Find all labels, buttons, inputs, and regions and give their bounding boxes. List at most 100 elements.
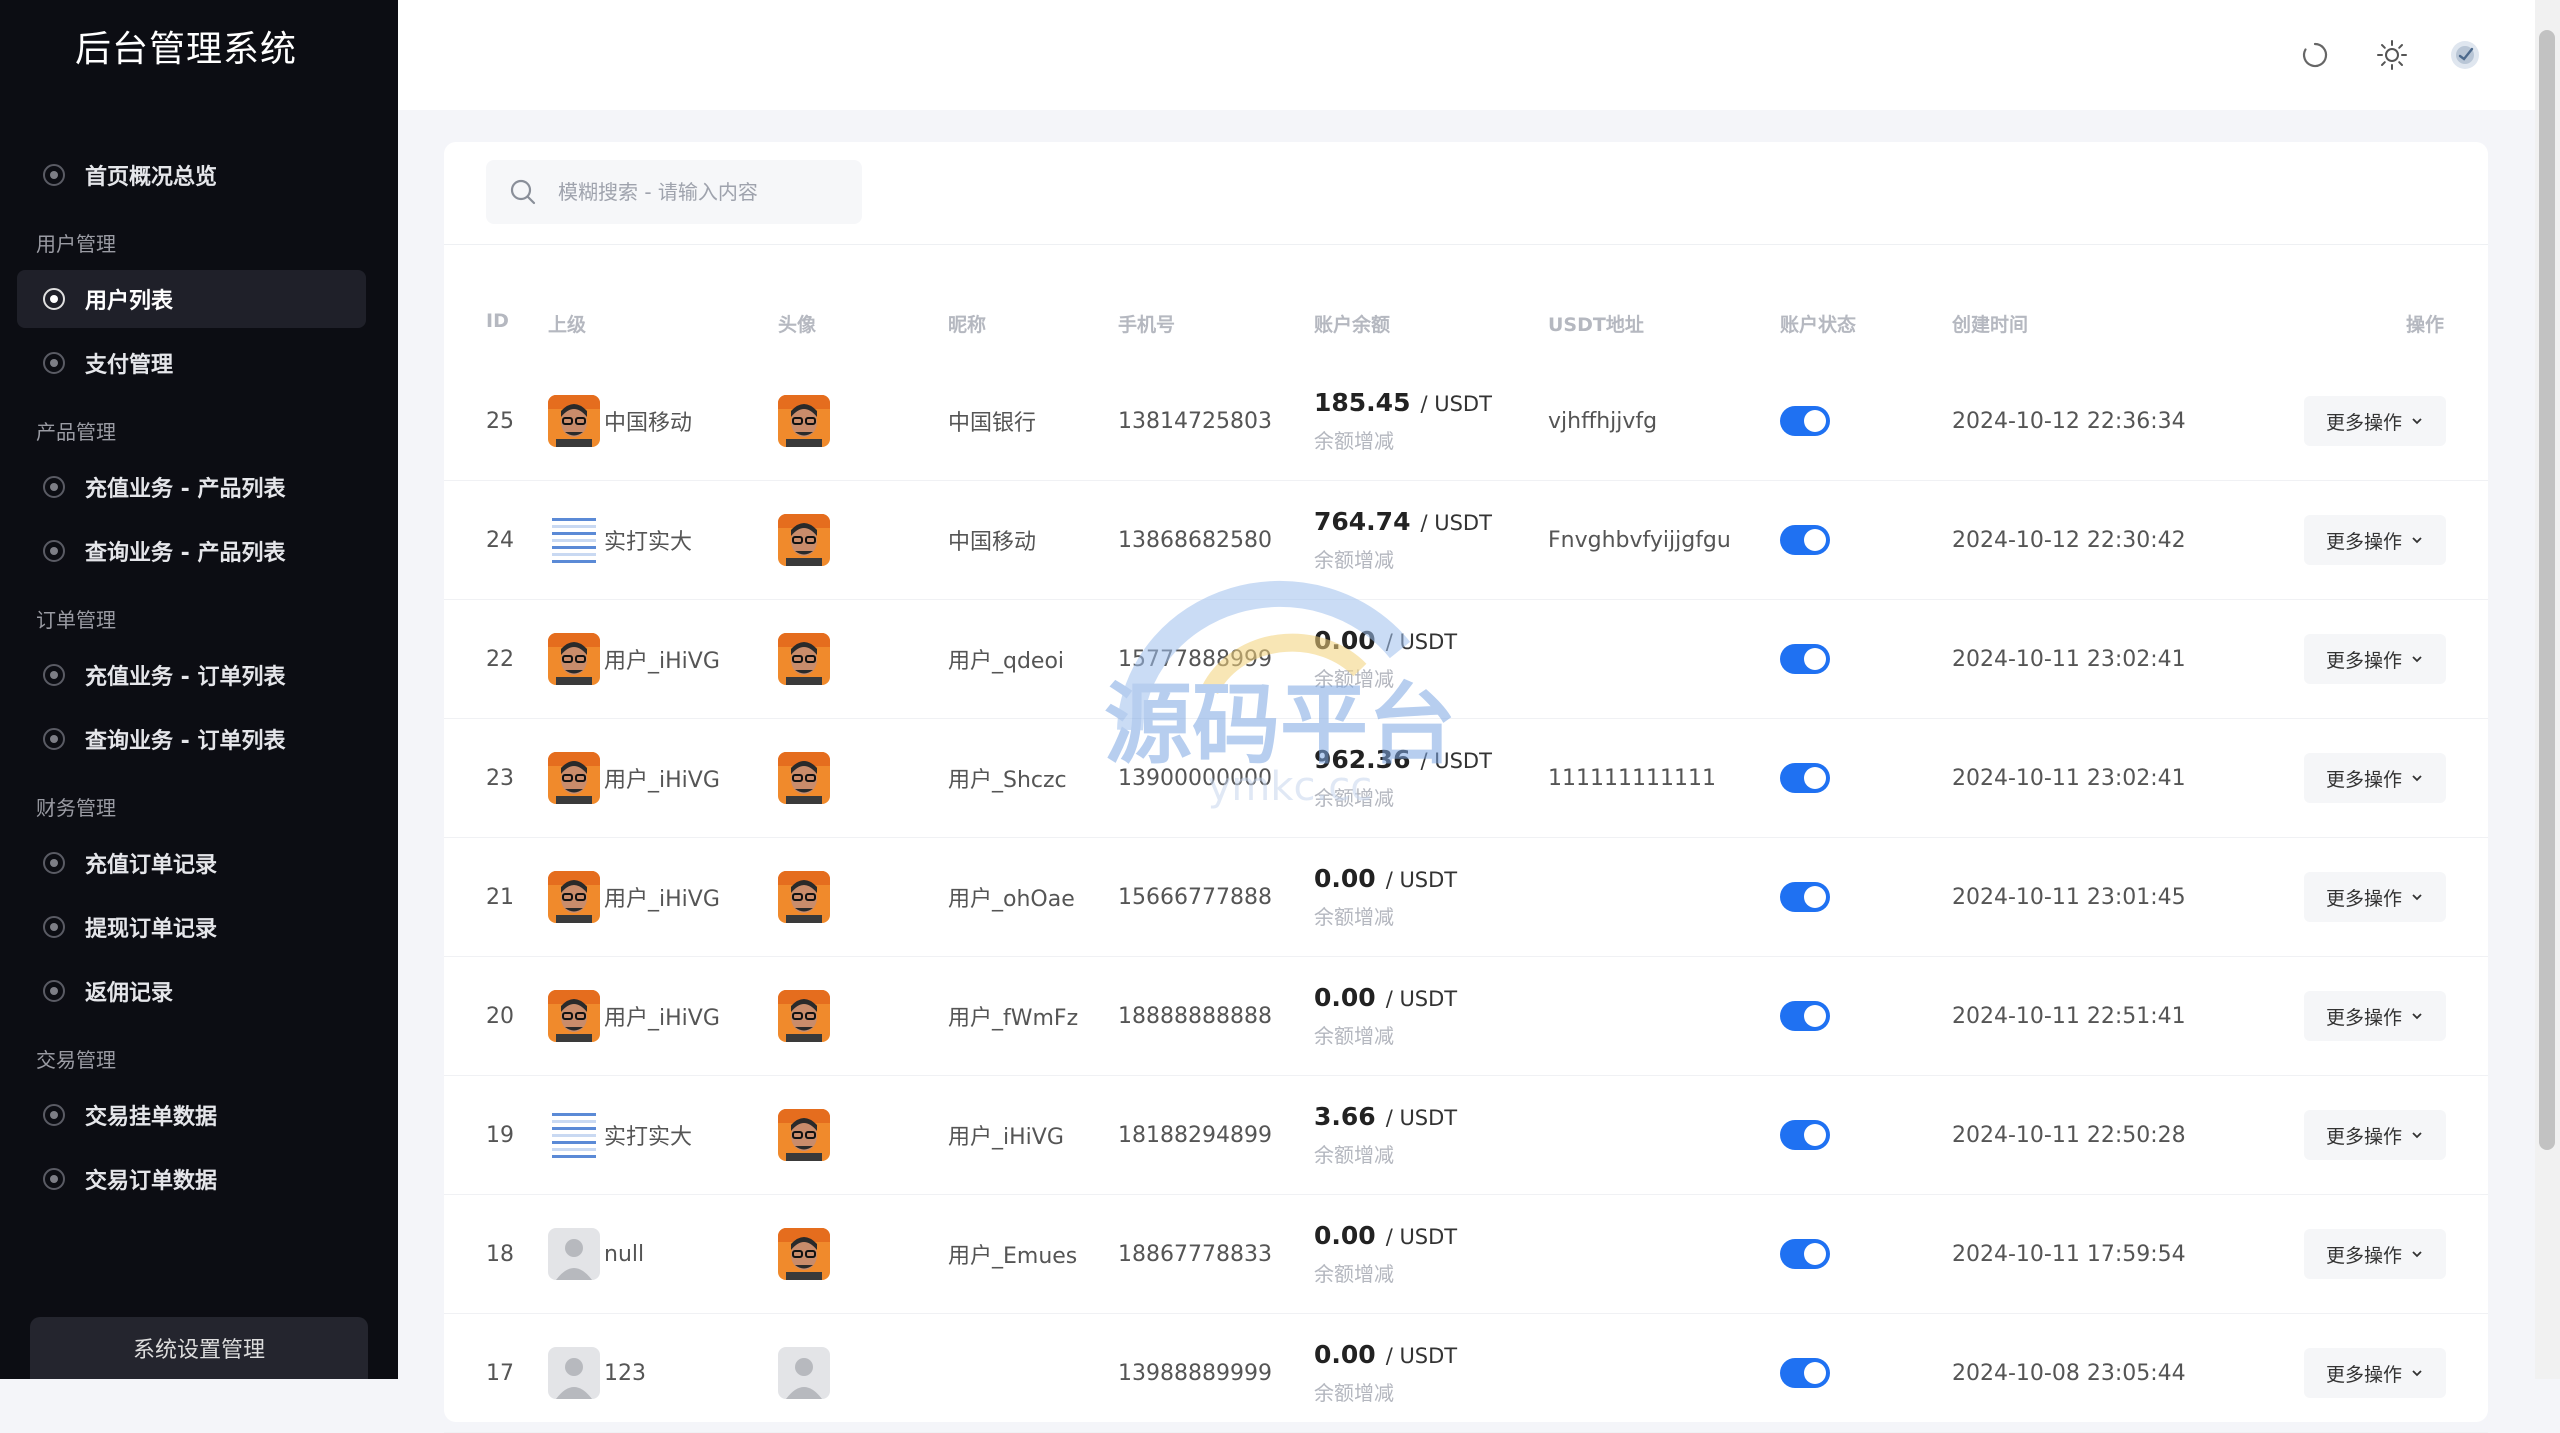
balance-adjust-link[interactable]: 余额增减: [1314, 901, 1394, 930]
col-nickname: 昵称: [948, 314, 987, 336]
status-toggle[interactable]: [1780, 406, 1830, 436]
app-title: 后台管理系统: [74, 29, 297, 70]
system-settings-button[interactable]: 系统设置管理: [30, 1317, 368, 1379]
table-row: 24 实打实大 中国移动 13868682580 764.74 / USDT 余额增减 Fnv…: [444, 481, 2488, 600]
refresh-icon[interactable]: [2298, 38, 2332, 72]
cell-status: [1780, 1195, 1830, 1313]
sidebar-item[interactable]: 充值订单记录: [17, 834, 366, 892]
sidebar-item[interactable]: 返佣记录: [17, 962, 366, 1020]
balance-unit: / USDT: [1385, 868, 1458, 892]
sidebar-item[interactable]: 充值业务 - 订单列表: [17, 646, 366, 704]
more-actions-button[interactable]: 更多操作: [2303, 872, 2446, 922]
balance-adjust-link[interactable]: 余额增减: [1314, 1258, 1394, 1287]
cell-id: 25: [486, 408, 514, 434]
more-actions-label: 更多操作: [2325, 530, 2402, 553]
col-usdt: USDT地址: [1548, 314, 1644, 336]
user-avatar: [778, 395, 830, 447]
sidebar-item[interactable]: 交易挂单数据: [17, 1086, 366, 1144]
cell-created: 2024-10-12 22:30:42: [1952, 527, 2186, 553]
more-actions-button[interactable]: 更多操作: [2303, 1229, 2446, 1279]
more-actions-button[interactable]: 更多操作: [2303, 1348, 2446, 1398]
parent-name: 用户_iHiVG: [604, 649, 720, 674]
cell-status: [1780, 1314, 1830, 1432]
balance-unit: / USDT: [1420, 749, 1492, 773]
cell-actions: 更多操作: [2303, 1314, 2446, 1432]
sidebar-item[interactable]: 查询业务 - 订单列表: [17, 710, 366, 768]
more-actions-button[interactable]: 更多操作: [2303, 396, 2446, 446]
balance-adjust-link[interactable]: 余额增减: [1314, 1139, 1394, 1168]
more-actions-button[interactable]: 更多操作: [2303, 1110, 2446, 1160]
sidebar-item-label: 交易挂单数据: [85, 1105, 218, 1130]
col-phone: 手机号: [1118, 314, 1176, 336]
chevron-down-icon: [2412, 537, 2422, 544]
sidebar: 后台管理系统 首页概况总览 用户管理 用户列表 支付管理 产品管理 充值业务 - 产品列表…: [0, 0, 398, 1379]
cell-id: 22: [486, 646, 514, 672]
user-avatar-icon[interactable]: [2448, 38, 2482, 72]
search-input[interactable]: [556, 179, 850, 205]
sidebar-item[interactable]: 提现订单记录: [17, 898, 366, 956]
scrollbar-thumb[interactable]: [2539, 30, 2555, 1150]
page-scrollbar[interactable]: [2535, 0, 2560, 1379]
sidebar-item-label: 返佣记录: [85, 981, 174, 1006]
status-toggle[interactable]: [1780, 1358, 1830, 1388]
cell-id: 21: [486, 884, 514, 910]
col-id: ID: [486, 310, 509, 332]
sidebar-item[interactable]: 支付管理: [17, 334, 366, 392]
status-toggle[interactable]: [1780, 644, 1830, 674]
more-actions-button[interactable]: 更多操作: [2303, 634, 2446, 684]
sidebar-item[interactable]: 查询业务 - 产品列表: [17, 522, 366, 580]
more-actions-button[interactable]: 更多操作: [2303, 753, 2446, 803]
user-avatar: [778, 990, 830, 1042]
cell-parent: 用户_iHiVG: [548, 838, 720, 956]
more-actions-button[interactable]: 更多操作: [2303, 515, 2446, 565]
sun-icon[interactable]: [2375, 38, 2409, 72]
status-toggle[interactable]: [1780, 882, 1830, 912]
cell-balance: 0.00 / USDT 余额增减: [1314, 600, 1457, 718]
user-avatar: [778, 752, 830, 804]
cell-phone: 18188294899: [1118, 1122, 1272, 1148]
nav-group-title: 用户管理: [36, 232, 116, 256]
cell-parent: 实打实大: [548, 1076, 692, 1194]
balance-adjust-link[interactable]: 余额增减: [1314, 425, 1394, 454]
sidebar-item-label: 首页概况总览: [85, 165, 218, 190]
search-icon: [510, 179, 536, 205]
balance-unit: / USDT: [1420, 392, 1492, 416]
status-toggle[interactable]: [1780, 1239, 1830, 1269]
cell-id: 18: [486, 1241, 514, 1267]
balance-unit: / USDT: [1420, 511, 1492, 535]
cell-nickname: 中国银行: [948, 411, 1037, 436]
balance-unit: / USDT: [1385, 1106, 1458, 1130]
table-row: 19 实打实大 用户_iHiVG 18188294899 3.66 / USDT 余额增减 2…: [444, 1076, 2488, 1195]
sidebar-item-label: 提现订单记录: [85, 917, 218, 942]
balance-value: 0.00: [1314, 864, 1376, 893]
balance-unit: / USDT: [1385, 987, 1458, 1011]
balance-adjust-link[interactable]: 余额增减: [1314, 782, 1394, 811]
status-toggle[interactable]: [1780, 763, 1830, 793]
balance-adjust-link[interactable]: 余额增减: [1314, 663, 1394, 692]
col-balance: 账户余额: [1314, 314, 1391, 336]
balance-adjust-link[interactable]: 余额增减: [1314, 1020, 1394, 1049]
top-header: [398, 0, 2535, 110]
cell-avatar: [778, 600, 830, 718]
balance-adjust-link[interactable]: 余额增减: [1314, 544, 1394, 573]
more-actions-label: 更多操作: [2325, 411, 2402, 434]
sidebar-item[interactable]: 首页概况总览: [17, 146, 366, 204]
bullet-icon: [43, 540, 65, 562]
status-toggle[interactable]: [1780, 525, 1830, 555]
chevron-down-icon: [2412, 775, 2422, 782]
status-toggle[interactable]: [1780, 1001, 1830, 1031]
sidebar-item[interactable]: 充值业务 - 产品列表: [17, 458, 366, 516]
parent-avatar: [548, 395, 600, 447]
cell-phone: 15666777888: [1118, 884, 1272, 910]
header-divider: [444, 244, 2488, 245]
sidebar-item[interactable]: 交易订单数据: [17, 1150, 366, 1208]
sidebar-item[interactable]: 用户列表: [17, 270, 366, 328]
status-toggle[interactable]: [1780, 1120, 1830, 1150]
balance-adjust-link[interactable]: 余额增减: [1314, 1377, 1394, 1406]
cell-id: 17: [486, 1360, 514, 1386]
more-actions-button[interactable]: 更多操作: [2303, 991, 2446, 1041]
search-box[interactable]: [486, 160, 862, 224]
bullet-icon: [43, 1168, 65, 1190]
balance-value: 0.00: [1314, 1340, 1376, 1369]
cell-avatar: [778, 719, 830, 837]
